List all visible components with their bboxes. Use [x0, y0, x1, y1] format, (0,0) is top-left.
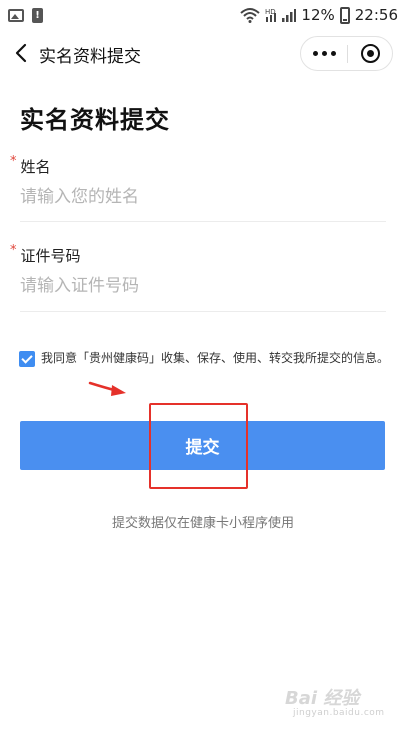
watermark-logo-text: Bai 经验	[285, 688, 360, 709]
agreement-checkbox[interactable]	[19, 351, 35, 367]
status-right: HD 12% 22:56	[240, 6, 398, 24]
footer-note: 提交数据仅在健康卡小程序使用	[111, 516, 294, 531]
id-field-label: 证件号码	[20, 247, 81, 265]
id-field-divider	[20, 311, 386, 312]
id-field-label-row: * 证件号码	[10, 243, 386, 266]
name-field-divider	[20, 221, 386, 222]
submit-button[interactable]: 提交	[20, 421, 385, 470]
status-left: !	[8, 7, 43, 23]
hd-signal-icon: HD	[265, 8, 277, 22]
wifi-icon	[240, 8, 261, 23]
name-field-group: * 姓名	[10, 154, 386, 209]
close-circle-icon[interactable]	[348, 44, 392, 63]
annotation-arrow-icon	[88, 381, 126, 396]
image-icon	[8, 8, 24, 22]
status-bar: ! HD 12% 22:56	[0, 0, 406, 30]
capsule-menu	[300, 36, 393, 71]
battery-icon	[339, 6, 350, 24]
nav-title: 实名资料提交	[39, 47, 141, 67]
name-field-label-row: * 姓名	[10, 154, 386, 177]
nav-bar: 实名资料提交	[0, 30, 406, 76]
id-field-group: * 证件号码	[10, 243, 386, 298]
agreement-row: 我同意「贵州健康码」收集、保存、使用、转交我所提交的信息。	[19, 349, 391, 368]
page-title: 实名资料提交	[20, 106, 170, 134]
alert-icon: !	[32, 7, 43, 23]
required-mark: *	[10, 243, 17, 258]
more-dots-icon[interactable]	[301, 37, 347, 70]
id-number-input[interactable]	[20, 274, 386, 298]
baidu-jingyan-watermark: Bai 经验 jingyan.baidu.com	[285, 684, 395, 722]
watermark-url: jingyan.baidu.com	[293, 708, 385, 718]
clock: 22:56	[354, 6, 398, 24]
required-mark: *	[10, 154, 17, 169]
agreement-text: 我同意「贵州健康码」收集、保存、使用、转交我所提交的信息。	[41, 351, 390, 365]
chevron-left-icon[interactable]	[12, 42, 32, 64]
name-input[interactable]	[20, 185, 386, 209]
battery-percent: 12%	[301, 6, 335, 24]
signal-icon	[282, 9, 297, 22]
name-field-label: 姓名	[20, 158, 51, 176]
